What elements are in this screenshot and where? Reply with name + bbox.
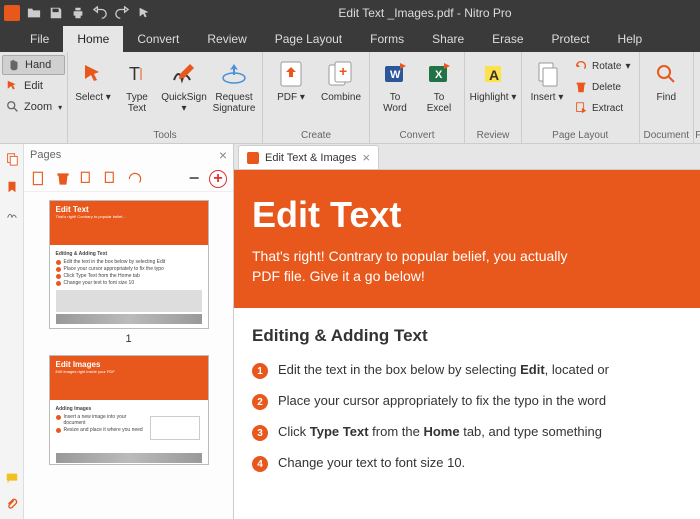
bookmarks-icon[interactable] [3, 178, 21, 196]
to-word-button[interactable]: WTo Word [374, 54, 416, 114]
pages-panel-title: Pages [30, 149, 61, 161]
pages-rotate-icon[interactable] [126, 170, 144, 188]
group-page-layout-label: Page Layout [552, 130, 608, 143]
document-view[interactable]: Edit Text That's right! Contrary to popu… [234, 170, 700, 519]
edit-tool-button[interactable]: Edit [2, 76, 65, 96]
document-tab[interactable]: Edit Text & Images × [238, 145, 379, 169]
print-icon[interactable] [68, 3, 88, 23]
tab-forms[interactable]: Forms [356, 26, 418, 52]
group-tools: Select ▾ TType Text QuickSign ▾ Request … [68, 52, 263, 143]
find-button[interactable]: Find [645, 54, 687, 103]
window-title: Edit Text _Images.pdf - Nitro Pro [154, 6, 696, 20]
group-document: Find Document [640, 52, 695, 143]
pdf-tab-icon [247, 152, 259, 164]
pages-panel-header: Pages × [24, 144, 233, 166]
page-thumb-2[interactable]: Edit ImagesEdit images right inside your… [49, 355, 209, 465]
svg-text:W: W [390, 69, 401, 81]
pages-insert-icon[interactable] [30, 170, 48, 188]
open-icon[interactable] [24, 3, 44, 23]
tab-convert[interactable]: Convert [123, 26, 193, 52]
group-create-label: Create [301, 130, 331, 143]
ribbon-left-column: Hand Edit Zoom▾ [0, 52, 68, 143]
group-document-label: Document [644, 130, 690, 143]
page-thumb-1[interactable]: Edit TextThat's right! Contrary to popul… [49, 200, 209, 329]
pages-panel-close-icon[interactable]: × [219, 147, 227, 163]
thumb-zoom-in-icon[interactable]: + [209, 170, 227, 188]
tab-erase[interactable]: Erase [478, 26, 537, 52]
doc-content: Editing & Adding Text 1Edit the text in … [234, 308, 700, 504]
request-signature-button[interactable]: Request Signature [210, 54, 258, 114]
type-text-button[interactable]: TType Text [116, 54, 158, 114]
pages-extract-icon[interactable] [78, 170, 96, 188]
tab-protect[interactable]: Protect [538, 26, 604, 52]
signatures-icon[interactable] [3, 206, 21, 224]
tab-home[interactable]: Home [63, 26, 123, 52]
quicksign-button[interactable]: QuickSign ▾ [160, 54, 208, 114]
doc-title: Edit Text [252, 194, 682, 236]
attachments-icon[interactable] [3, 495, 21, 513]
select-button[interactable]: Select ▾ [72, 54, 114, 103]
pages-toolbar: − + [24, 166, 233, 192]
pages-panel-icon[interactable] [3, 150, 21, 168]
to-excel-button[interactable]: XTo Excel [418, 54, 460, 114]
app-logo-icon [4, 5, 20, 21]
undo-icon[interactable] [90, 3, 110, 23]
list-item: 1Edit the text in the box below by selec… [252, 362, 682, 379]
group-review: AHighlight ▾ Review [465, 52, 522, 143]
document-area: Edit Text & Images × Edit Text That's ri… [234, 144, 700, 519]
list-item: 3Click Type Text from the Home tab, and … [252, 424, 682, 441]
highlight-button[interactable]: AHighlight ▾ [469, 54, 517, 103]
ribbon: Hand Edit Zoom▾ Select ▾ TType Text Quic… [0, 52, 700, 144]
doc-hero: Edit Text That's right! Contrary to popu… [234, 170, 700, 308]
save-icon[interactable] [46, 3, 66, 23]
pages-delete-icon[interactable] [54, 170, 72, 188]
svg-text:A: A [489, 67, 499, 83]
group-create: PDF ▾ +Combine Create [263, 52, 370, 143]
rotate-button[interactable]: Rotate ▾ [570, 56, 635, 76]
ribbon-tab-bar: File Home Convert Review Page Layout For… [0, 26, 700, 52]
document-tab-bar: Edit Text & Images × [234, 144, 700, 170]
redo-icon[interactable] [112, 3, 132, 23]
group-convert: WTo Word XTo Excel Convert [370, 52, 465, 143]
svg-text:T: T [129, 64, 140, 84]
pages-panel: Pages × − + Edit TextThat's right! Contr… [24, 144, 234, 519]
hand-tool-button[interactable]: Hand [2, 55, 65, 75]
zoom-tool-button[interactable]: Zoom▾ [2, 97, 65, 117]
document-tab-close-icon[interactable]: × [363, 150, 371, 165]
doc-subheading: Editing & Adding Text [252, 326, 682, 346]
comments-icon[interactable] [3, 469, 21, 487]
document-tab-label: Edit Text & Images [265, 152, 357, 164]
tab-page-layout[interactable]: Page Layout [261, 26, 356, 52]
pdf-button[interactable]: PDF ▾ [267, 54, 315, 103]
group-convert-label: Convert [399, 130, 434, 143]
tab-file[interactable]: File [16, 26, 63, 52]
svg-text:+: + [339, 63, 347, 79]
insert-button[interactable]: Insert ▾ [526, 54, 568, 103]
list-item: 2Place your cursor appropriately to fix … [252, 393, 682, 410]
combine-button[interactable]: +Combine [317, 54, 365, 103]
tab-help[interactable]: Help [604, 26, 657, 52]
group-tools-label: Tools [153, 130, 176, 143]
tab-review[interactable]: Review [193, 26, 260, 52]
group-review-label: Review [477, 130, 510, 143]
quick-access-toolbar [24, 3, 154, 23]
svg-text:X: X [435, 69, 443, 81]
group-fav-label: Fav [695, 130, 700, 143]
list-item: 4Change your text to font size 10. [252, 455, 682, 472]
thumb-zoom-out-icon[interactable]: − [185, 170, 203, 188]
cursor-icon[interactable] [134, 3, 154, 23]
group-page-layout: Insert ▾ Rotate ▾ Delete Extract Page La… [522, 52, 640, 143]
left-rail [0, 144, 24, 519]
page-number-1: 1 [32, 333, 225, 345]
delete-button[interactable]: Delete [570, 77, 635, 97]
thumbs-list[interactable]: Edit TextThat's right! Contrary to popul… [24, 192, 233, 519]
group-fav: Fav [694, 52, 700, 143]
main-body: Pages × − + Edit TextThat's right! Contr… [0, 144, 700, 519]
pages-replace-icon[interactable] [102, 170, 120, 188]
title-bar: Edit Text _Images.pdf - Nitro Pro [0, 0, 700, 26]
extract-button[interactable]: Extract [570, 98, 635, 118]
tab-share[interactable]: Share [418, 26, 478, 52]
